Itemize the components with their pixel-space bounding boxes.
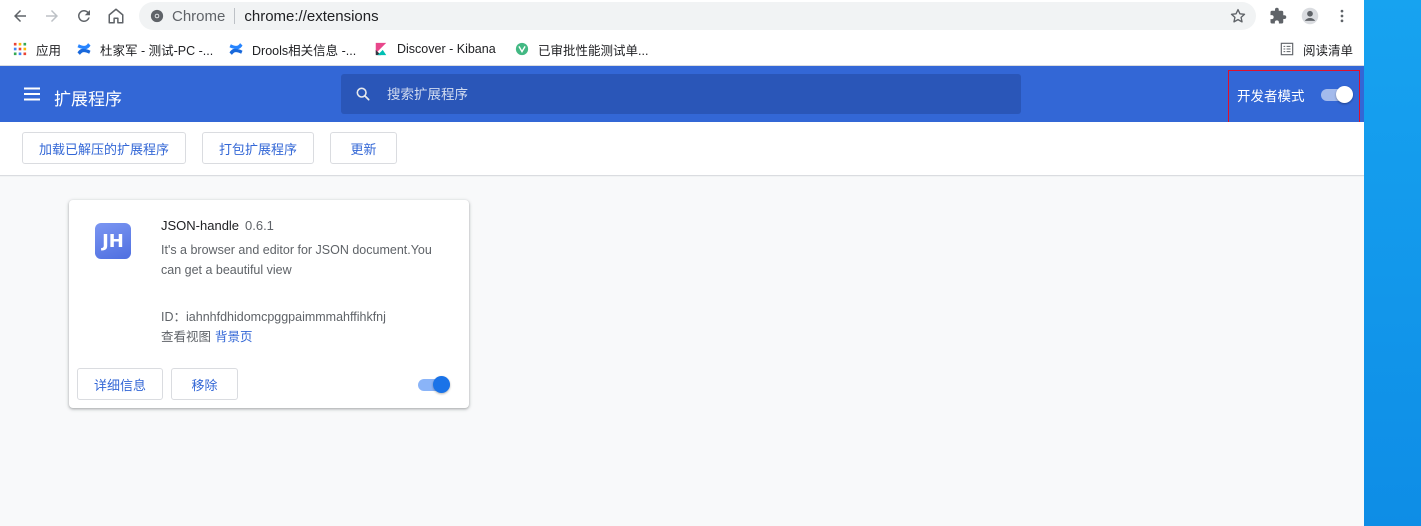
bookmark-label: 已审批性能测试单... [538, 43, 649, 58]
omnibox-url[interactable]: chrome://extensions [244, 8, 378, 25]
bookmark-confluence-drools[interactable]: Drools相关信息 -... [228, 40, 356, 58]
omnibox-site-label: Chrome [172, 7, 226, 25]
omnibox[interactable]: Chrome chrome://extensions [139, 2, 1256, 30]
reload-button[interactable] [71, 3, 97, 29]
reading-list-button[interactable]: 阅读清单 [1279, 40, 1353, 58]
bookmark-star-icon[interactable] [1229, 7, 1247, 25]
apps-grid-icon [12, 41, 28, 57]
extension-id-label: ID： [161, 310, 187, 324]
back-icon [14, 10, 26, 22]
extensions-button[interactable] [1265, 3, 1291, 29]
load-unpacked-button[interactable]: 加载已解压的扩展程序 [22, 132, 186, 164]
page-title: 扩展程序 [54, 90, 122, 109]
bookmarks-bar: 应用 杜家军 - 测试-PC -... Drools相关信息 -... Disc… [0, 32, 1364, 66]
bookmark-label: 应用 [36, 43, 62, 58]
extension-card: JH JSON-handle 0.6.1 It's a browser and … [69, 200, 469, 408]
extensions-header: 扩展程序 开发者模式 [0, 66, 1364, 125]
extension-views-row: 查看视图 背景页 [161, 326, 253, 345]
desktop-background [1364, 0, 1421, 526]
dev-mode-label: 开发者模式 [1237, 89, 1305, 104]
toggle-knob [433, 376, 450, 393]
extensions-list: JH JSON-handle 0.6.1 It's a browser and … [0, 177, 1364, 526]
bookmark-confluence-pc[interactable]: 杜家军 - 测试-PC -... [76, 40, 213, 58]
omnibox-divider [234, 8, 236, 24]
back-button[interactable] [7, 3, 33, 29]
bookmark-label: Drools相关信息 -... [252, 43, 357, 58]
extension-logo-icon: JH [95, 223, 131, 259]
bookmark-label: 杜家军 - 测试-PC -... [100, 43, 214, 58]
reload-icon [77, 9, 90, 22]
extension-id: iahnhfdhidomcpggpaimmmahffihkfnj [186, 310, 386, 324]
extension-id-row: ID：iahnhfdhidomcpggpaimmmahffihkfnj [161, 306, 386, 325]
extension-version: 0.6.1 [245, 218, 274, 233]
chrome-menu-button[interactable] [1329, 3, 1355, 29]
reading-list-label: 阅读清单 [1303, 43, 1354, 58]
bookmark-perf-test[interactable]: 已审批性能测试单... [514, 40, 648, 58]
remove-button[interactable]: 移除 [171, 368, 238, 400]
home-icon [108, 8, 124, 24]
extensions-puzzle-icon [1270, 7, 1287, 24]
developer-toolbar: 加载已解压的扩展程序 打包扩展程序 更新 [0, 122, 1364, 176]
toggle-knob [1336, 86, 1353, 103]
bookmark-apps[interactable]: 应用 [12, 40, 61, 58]
hamburger-menu-icon[interactable] [23, 85, 41, 103]
bookmark-label: Discover - Kibana [397, 42, 496, 56]
profile-button[interactable] [1297, 3, 1323, 29]
dev-mode-toggle[interactable] [1321, 86, 1353, 103]
details-button[interactable]: 详细信息 [77, 368, 163, 400]
home-button[interactable] [103, 3, 129, 29]
forward-icon [46, 10, 58, 22]
search-icon [356, 87, 370, 101]
extension-enable-toggle[interactable] [418, 376, 450, 393]
browser-toolbar: Chrome chrome://extensions [0, 0, 1364, 32]
menu-kebab-icon [1340, 9, 1344, 23]
confluence-icon [228, 41, 244, 57]
profile-avatar-icon [1301, 7, 1319, 25]
extension-name: JSON-handle [161, 218, 240, 233]
chrome-window: Chrome chrome://extensions 应用 杜家军 - 测试-P… [0, 0, 1364, 526]
extensions-search[interactable] [341, 74, 1021, 114]
inspect-views-label: 查看视图 [161, 330, 212, 344]
search-input[interactable] [387, 86, 987, 102]
extension-description: It's a browser and editor for JSON docum… [161, 243, 432, 277]
update-button[interactable]: 更新 [330, 132, 397, 164]
pack-extension-button[interactable]: 打包扩展程序 [202, 132, 314, 164]
reading-list-icon [1279, 41, 1295, 57]
confluence-icon [76, 41, 92, 57]
vue-logo-icon [514, 41, 530, 57]
chrome-secure-icon[interactable] [150, 9, 164, 23]
bookmark-kibana[interactable]: Discover - Kibana [373, 40, 496, 58]
background-page-link[interactable]: 背景页 [215, 330, 253, 344]
kibana-icon [373, 41, 389, 57]
forward-button[interactable] [39, 3, 65, 29]
